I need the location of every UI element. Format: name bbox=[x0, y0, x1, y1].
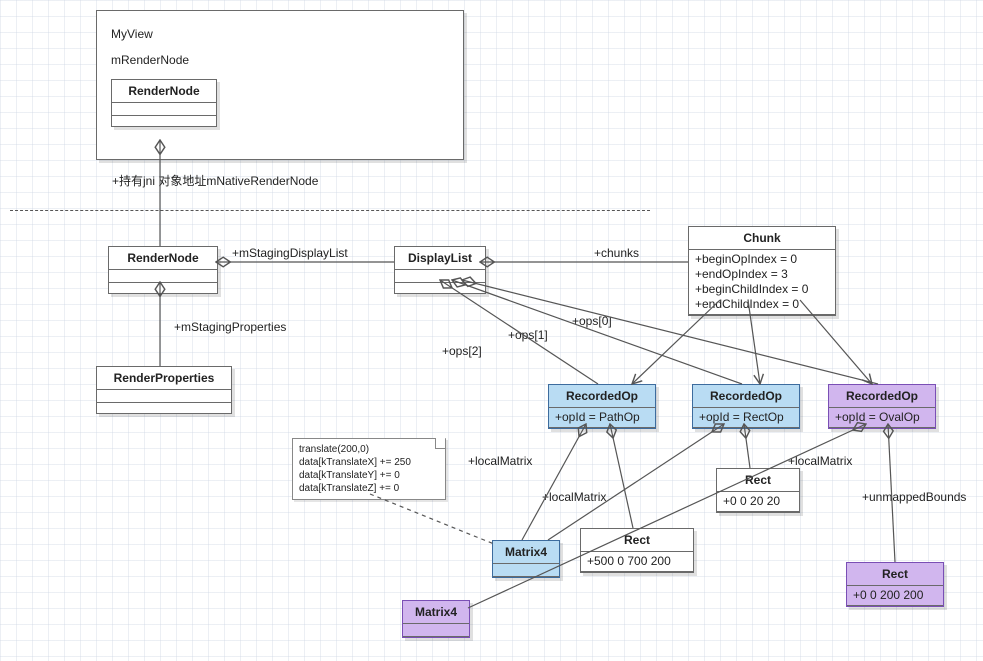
class-recordedop-oval: RecordedOp +opId = OvalOp bbox=[828, 384, 936, 429]
label-ops1: +ops[1] bbox=[508, 328, 548, 342]
rect-attr: +500 0 700 200 bbox=[587, 554, 671, 568]
class-title: RenderNode bbox=[112, 80, 216, 103]
class-title: Rect bbox=[581, 529, 693, 552]
class-title: Rect bbox=[717, 469, 799, 492]
myview-title: MyView bbox=[111, 27, 449, 41]
class-title: DisplayList bbox=[395, 247, 485, 270]
chunk-attr: +beginChildIndex = 0 bbox=[695, 282, 829, 297]
class-rendernode-java: RenderNode bbox=[111, 79, 217, 127]
class-rendernode-native: RenderNode bbox=[108, 246, 218, 294]
note-line: data[kTranslateX] += 250 bbox=[299, 456, 439, 469]
myview-container: MyView mRenderNode RenderNode bbox=[96, 10, 464, 160]
class-recordedop-rect: RecordedOp +opId = RectOp bbox=[692, 384, 800, 429]
class-chunk: Chunk +beginOpIndex = 0 +endOpIndex = 3 … bbox=[688, 226, 836, 316]
recordedop-attr: +opId = OvalOp bbox=[835, 410, 920, 424]
label-unmappedbounds: +unmappedBounds bbox=[862, 490, 966, 504]
note-line: data[kTranslateY] += 0 bbox=[299, 469, 439, 482]
layer-separator bbox=[10, 210, 650, 211]
label-localmatrix-3: +localMatrix bbox=[788, 454, 852, 468]
label-ops0: +ops[0] bbox=[572, 314, 612, 328]
class-renderproperties: RenderProperties bbox=[96, 366, 232, 414]
myview-field: mRenderNode bbox=[111, 53, 449, 67]
class-matrix4-purple: Matrix4 bbox=[402, 600, 470, 638]
label-jni: +持有jni 对象地址mNativeRenderNode bbox=[112, 172, 318, 189]
class-title: Matrix4 bbox=[493, 541, 559, 564]
class-title: RenderNode bbox=[109, 247, 217, 270]
label-chunks: +chunks bbox=[594, 246, 639, 260]
class-rect-small: Rect +0 0 20 20 bbox=[716, 468, 800, 513]
recordedop-attr: +opId = PathOp bbox=[555, 410, 640, 424]
chunk-attr: +endOpIndex = 3 bbox=[695, 267, 829, 282]
note-line: data[kTranslateZ] += 0 bbox=[299, 482, 439, 495]
class-matrix4-blue: Matrix4 bbox=[492, 540, 560, 578]
label-mstagingdisplaylist: +mStagingDisplayList bbox=[232, 246, 348, 260]
label-localmatrix-2: +localMatrix bbox=[542, 490, 606, 504]
chunk-attr: +beginOpIndex = 0 bbox=[695, 252, 829, 267]
class-title: Rect bbox=[847, 563, 943, 586]
class-rect-wide: Rect +500 0 700 200 bbox=[580, 528, 694, 573]
label-ops2: +ops[2] bbox=[442, 344, 482, 358]
chunk-attr: +endChildIndex = 0 bbox=[695, 297, 829, 312]
class-title: RenderProperties bbox=[97, 367, 231, 390]
class-title: Matrix4 bbox=[403, 601, 469, 624]
rect-attr: +0 0 20 20 bbox=[723, 494, 780, 508]
class-title: RecordedOp bbox=[829, 385, 935, 408]
note-line: translate(200,0) bbox=[299, 443, 439, 456]
class-recordedop-path: RecordedOp +opId = PathOp bbox=[548, 384, 656, 429]
label-mstagingproperties: +mStagingProperties bbox=[174, 320, 286, 334]
recordedop-attr: +opId = RectOp bbox=[699, 410, 784, 424]
rect-attr: +0 0 200 200 bbox=[853, 588, 923, 602]
class-title: RecordedOp bbox=[549, 385, 655, 408]
class-title: RecordedOp bbox=[693, 385, 799, 408]
note-translate: translate(200,0) data[kTranslateX] += 25… bbox=[292, 438, 446, 500]
class-displaylist: DisplayList bbox=[394, 246, 486, 294]
class-title: Chunk bbox=[689, 227, 835, 250]
label-localmatrix-1: +localMatrix bbox=[468, 454, 532, 468]
class-rect-purple: Rect +0 0 200 200 bbox=[846, 562, 944, 607]
